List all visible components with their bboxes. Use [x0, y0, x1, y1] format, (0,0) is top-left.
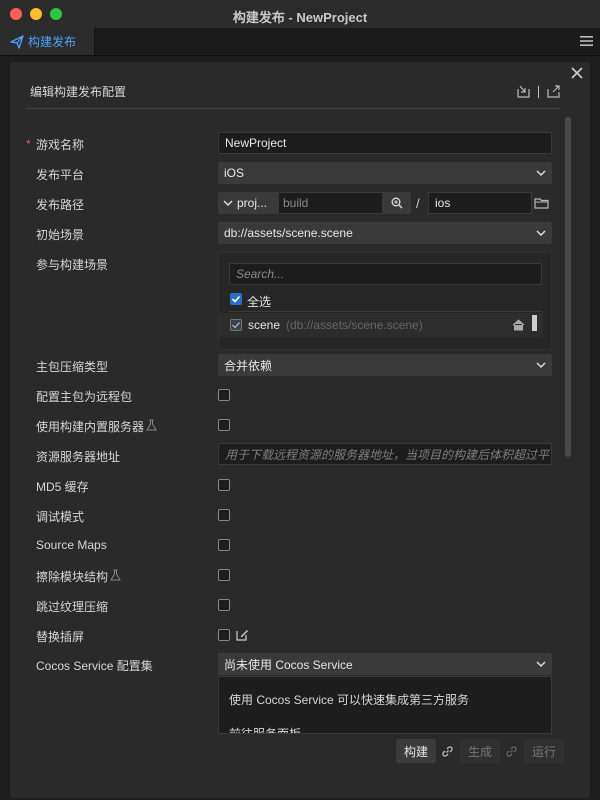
list-scrollbar[interactable] [532, 315, 537, 331]
compression-select[interactable]: 合并依赖 [218, 354, 552, 376]
chevron-down-icon [536, 230, 546, 237]
cocos-service-info: 使用 Cocos Service 可以快速集成第三方服务 前往服务面板 [218, 676, 552, 734]
compression-label: 主包压缩类型 [36, 360, 109, 374]
export-icon[interactable] [547, 85, 560, 98]
edit-icon[interactable] [236, 628, 249, 641]
close-icon[interactable] [570, 66, 584, 80]
build-button[interactable]: 构建 [396, 739, 436, 763]
tab-bar: 构建发布 [0, 28, 600, 56]
link-icon [506, 746, 517, 757]
erase-module-label: 擦除模块结构 [36, 570, 109, 584]
path-prefix-value: proj... [237, 196, 268, 210]
locate-button[interactable] [383, 192, 411, 214]
send-icon [10, 34, 24, 49]
platform-select[interactable]: iOS [218, 162, 552, 184]
replace-splash-checkbox[interactable] [218, 629, 230, 641]
header-divider [538, 85, 539, 98]
chevron-down-icon [536, 170, 546, 177]
folder-icon[interactable] [534, 195, 550, 211]
path-separator: / [416, 196, 420, 211]
scene-list-item[interactable]: scene (db://assets/scene.scene) [219, 313, 543, 337]
header-divider-line [26, 108, 560, 109]
build-path-label: 发布路径 [36, 198, 85, 212]
builtin-server-label: 使用构建内置服务器 [36, 420, 145, 434]
check-icon [231, 321, 241, 329]
generate-button[interactable]: 生成 [460, 739, 500, 763]
tab-label: 构建发布 [28, 35, 77, 49]
scene-name: scene [248, 318, 281, 332]
compression-value: 合并依赖 [224, 358, 273, 373]
replace-splash-label: 替换插屏 [36, 630, 85, 644]
scene-list: Search... 全选 scene (db://assets/scene.sc… [218, 252, 552, 350]
scene-search-input[interactable]: Search... [229, 263, 542, 285]
skip-texture-checkbox[interactable] [218, 599, 230, 611]
platform-value: iOS [224, 166, 245, 180]
build-path-row: proj... build / ios [218, 192, 552, 214]
import-icon[interactable] [517, 85, 530, 98]
select-all-checkbox[interactable] [230, 293, 242, 305]
output-name-input[interactable]: ios [428, 192, 532, 214]
scene-checkbox[interactable] [230, 319, 242, 331]
resource-server-label: 资源服务器地址 [36, 450, 121, 464]
resource-server-input[interactable]: 用于下载远程资源的服务器地址，当项目的构建后体积超过平台 [218, 443, 552, 465]
chevron-down-icon [223, 200, 233, 207]
hamburger-menu-icon[interactable] [580, 35, 593, 47]
start-scene-select[interactable]: db://assets/scene.scene [218, 222, 552, 244]
window-title: 构建发布 - NewProject [232, 10, 368, 25]
platform-label: 发布平台 [36, 168, 85, 182]
chevron-down-icon [536, 362, 546, 369]
tab-build-publish[interactable]: 构建发布 [0, 28, 95, 55]
experimental-flask-icon [146, 419, 157, 431]
md5-cache-checkbox[interactable] [218, 479, 230, 491]
erase-module-checkbox[interactable] [218, 569, 230, 581]
home-icon[interactable] [512, 319, 525, 331]
start-scene-label: 初始场景 [36, 228, 85, 242]
game-name-label: 游戏名称 [36, 138, 85, 152]
included-scenes-label: 参与构建场景 [36, 258, 109, 272]
cocos-service-select[interactable]: 尚未使用 Cocos Service [218, 653, 552, 675]
skip-texture-label: 跳过纹理压缩 [36, 600, 109, 614]
path-prefix-select[interactable]: proj... [218, 192, 278, 214]
required-marker: * [26, 137, 31, 151]
cocos-service-description: 使用 Cocos Service 可以快速集成第三方服务 [229, 693, 470, 707]
scene-path: (db://assets/scene.scene) [286, 318, 423, 332]
scrollbar[interactable] [565, 117, 571, 457]
remote-bundle-label: 配置主包为远程包 [36, 390, 133, 404]
cocos-service-label: Cocos Service 配置集 [36, 659, 153, 673]
run-button[interactable]: 运行 [524, 739, 564, 763]
check-icon [231, 295, 241, 303]
header-actions [517, 85, 560, 98]
experimental-flask-icon [110, 569, 121, 581]
builtin-server-checkbox[interactable] [218, 419, 230, 431]
remote-bundle-checkbox[interactable] [218, 389, 230, 401]
md5-cache-label: MD5 缓存 [36, 480, 89, 494]
select-all-label: 全选 [247, 295, 272, 309]
window-titlebar: 构建发布 - NewProject [0, 0, 600, 29]
debug-mode-label: 调试模式 [36, 510, 85, 524]
source-maps-label: Source Maps [36, 538, 107, 552]
debug-mode-checkbox[interactable] [218, 509, 230, 521]
source-maps-checkbox[interactable] [218, 539, 230, 551]
zoom-in-icon [391, 197, 403, 209]
start-scene-value: db://assets/scene.scene [224, 226, 353, 240]
list-divider [229, 311, 542, 312]
cocos-service-value: 尚未使用 Cocos Service [224, 657, 353, 672]
game-name-input[interactable]: NewProject [218, 132, 552, 154]
build-config-panel: 编辑构建发布配置 * 游戏名称 NewProject 发布平台 iOS 发布路径… [10, 62, 590, 798]
service-panel-link[interactable]: 前往服务面板 [229, 725, 301, 733]
link-icon [442, 746, 453, 757]
panel-title: 编辑构建发布配置 [30, 85, 127, 99]
chevron-down-icon [536, 661, 546, 668]
build-path-input[interactable]: build [278, 192, 383, 214]
